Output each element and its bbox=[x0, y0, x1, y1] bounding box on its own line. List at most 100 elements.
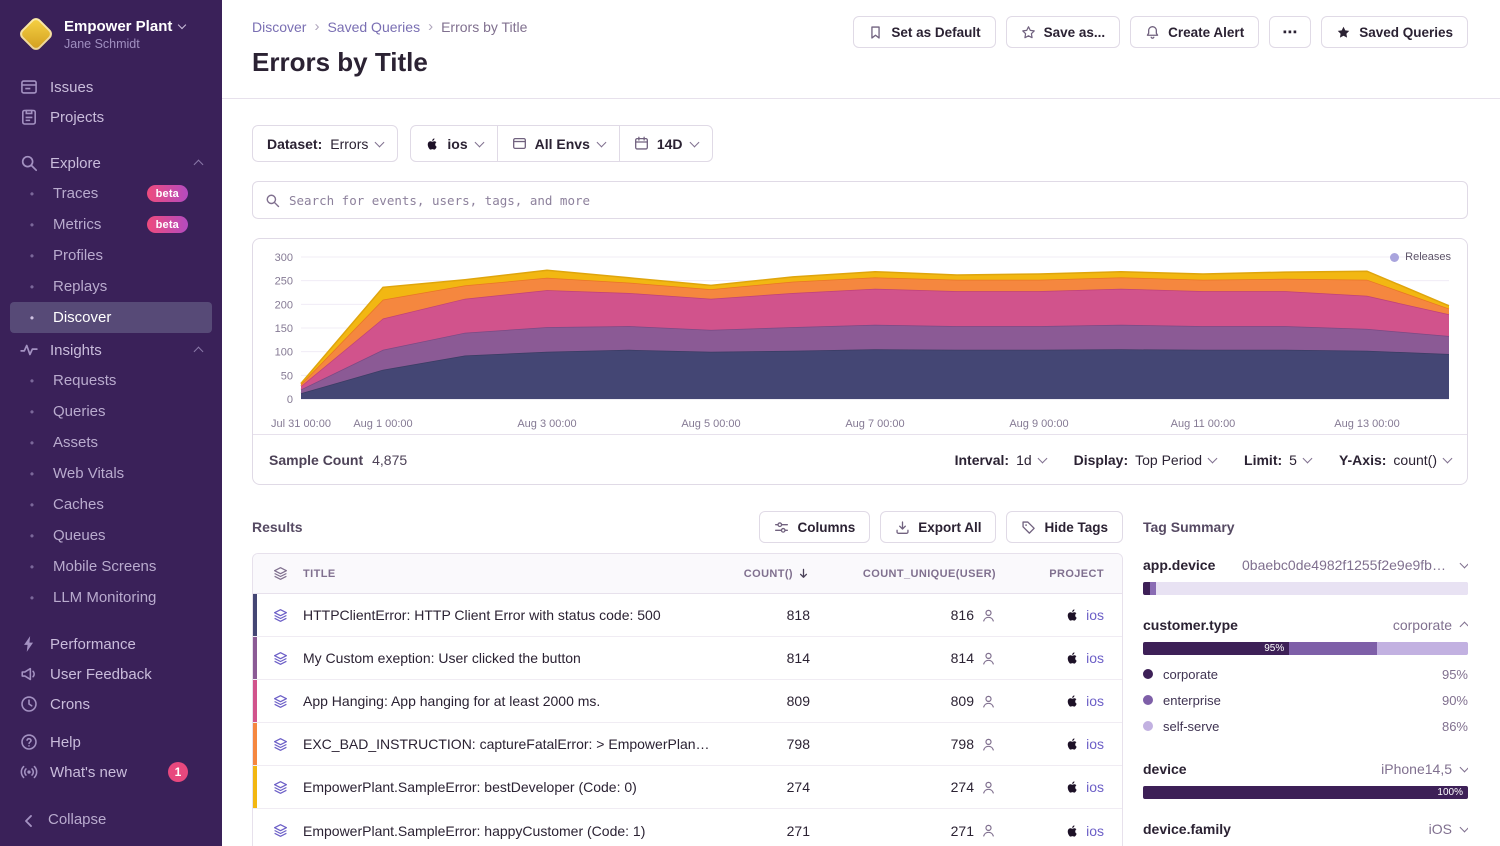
sidebar-item-issues[interactable]: Issues bbox=[10, 72, 212, 102]
sidebar-item-traces[interactable]: • Traces beta bbox=[10, 178, 212, 209]
save-as-button[interactable]: Save as... bbox=[1006, 16, 1121, 48]
svg-text:250: 250 bbox=[275, 276, 293, 288]
sidebar-item-user-feedback[interactable]: User Feedback bbox=[10, 659, 212, 689]
sidebar-item-help[interactable]: Help bbox=[10, 727, 212, 757]
sort-descending-icon bbox=[797, 567, 810, 580]
releases-legend[interactable]: Releases bbox=[1390, 251, 1451, 263]
error-title[interactable]: EmpowerPlant.SampleError: bestDeveloper … bbox=[303, 779, 728, 795]
table-row[interactable]: App Hanging: App hanging for at least 20… bbox=[253, 680, 1122, 723]
sidebar-item-profiles[interactable]: • Profiles bbox=[10, 240, 212, 271]
tag-header[interactable]: customer.type corporate bbox=[1143, 617, 1468, 633]
column-header-project[interactable]: PROJECT bbox=[1018, 568, 1122, 580]
unique-count-value: 816 bbox=[951, 607, 974, 623]
sidebar-section-insights[interactable]: Insights bbox=[10, 335, 212, 365]
clock-icon bbox=[20, 695, 38, 713]
issues-icon bbox=[20, 78, 38, 96]
table-row[interactable]: My Custom exeption: User clicked the but… bbox=[253, 637, 1122, 680]
project-link[interactable]: ios bbox=[1086, 779, 1104, 795]
sidebar-item-queries[interactable]: •Queries bbox=[10, 396, 212, 427]
more-actions-button[interactable]: ⋯ bbox=[1269, 16, 1311, 48]
dataset-filter[interactable]: Dataset: Errors bbox=[252, 125, 398, 162]
saved-queries-button[interactable]: Saved Queries bbox=[1321, 16, 1468, 48]
display-select[interactable]: Display: Top Period bbox=[1074, 452, 1216, 468]
sidebar-item-label: Crons bbox=[50, 696, 90, 713]
org-name: Empower Plant bbox=[64, 18, 172, 35]
project-link[interactable]: ios bbox=[1086, 607, 1104, 623]
set-as-default-button[interactable]: Set as Default bbox=[853, 16, 995, 48]
sidebar-item-label: User Feedback bbox=[50, 666, 152, 683]
column-header-count[interactable]: COUNT() bbox=[728, 567, 838, 580]
error-title[interactable]: HTTPClientError: HTTP Client Error with … bbox=[303, 607, 728, 623]
user-icon bbox=[981, 651, 996, 666]
breadcrumb-saved-queries[interactable]: Saved Queries bbox=[327, 19, 420, 35]
sidebar-section-explore[interactable]: Explore bbox=[10, 148, 212, 178]
bullet-icon: • bbox=[23, 218, 41, 232]
svg-text:Aug 11 00:00: Aug 11 00:00 bbox=[1171, 418, 1236, 430]
chevron-down-icon bbox=[1208, 453, 1218, 463]
error-title[interactable]: App Hanging: App hanging for at least 20… bbox=[303, 693, 728, 709]
date-range-filter[interactable]: 14D bbox=[619, 125, 713, 162]
window-icon bbox=[512, 136, 527, 151]
breadcrumb-discover[interactable]: Discover bbox=[252, 19, 306, 35]
count-value: 271 bbox=[728, 823, 838, 839]
svg-text:Jul 31 00:00: Jul 31 00:00 bbox=[271, 418, 331, 430]
limit-select[interactable]: Limit: 5 bbox=[1244, 452, 1311, 468]
results-title: Results bbox=[252, 519, 303, 535]
sidebar-item-whats-new[interactable]: What's new 1 bbox=[10, 757, 212, 787]
sidebar-item-requests[interactable]: •Requests bbox=[10, 365, 212, 396]
sidebar-item-llm-monitoring[interactable]: •LLM Monitoring bbox=[10, 582, 212, 613]
error-title[interactable]: EmpowerPlant.SampleError: happyCustomer … bbox=[303, 823, 728, 839]
tag-block-device: device iPhone14,5 100% bbox=[1143, 761, 1468, 799]
tag-value-row[interactable]: corporate 95% bbox=[1143, 661, 1468, 687]
sidebar-item-label: Profiles bbox=[53, 247, 103, 264]
error-title[interactable]: My Custom exeption: User clicked the but… bbox=[303, 650, 728, 666]
bullet-icon: • bbox=[23, 280, 41, 294]
project-link[interactable]: ios bbox=[1086, 693, 1104, 709]
sidebar-item-performance[interactable]: Performance bbox=[10, 629, 212, 659]
table-row[interactable]: HTTPClientError: HTTP Client Error with … bbox=[253, 594, 1122, 637]
layers-icon bbox=[257, 608, 303, 623]
sidebar-item-projects[interactable]: Projects bbox=[10, 102, 212, 132]
org-switcher[interactable]: Empower Plant Jane Schmidt bbox=[10, 14, 212, 52]
tag-header[interactable]: app.device 0baebc0de4982f1255f2e9e9fb7… bbox=[1143, 557, 1468, 573]
breadcrumb-current: Errors by Title bbox=[441, 19, 527, 35]
sidebar-item-mobile-screens[interactable]: •Mobile Screens bbox=[10, 551, 212, 582]
table-row[interactable]: EXC_BAD_INSTRUCTION: captureFatalError: … bbox=[253, 723, 1122, 766]
project-link[interactable]: ios bbox=[1086, 650, 1104, 666]
layers-icon bbox=[257, 780, 303, 795]
sidebar-item-queues[interactable]: •Queues bbox=[10, 520, 212, 551]
search-icon bbox=[20, 154, 38, 172]
chevron-down-icon bbox=[1443, 453, 1453, 463]
sidebar-item-crons[interactable]: Crons bbox=[10, 689, 212, 719]
sidebar-item-replays[interactable]: • Replays bbox=[10, 271, 212, 302]
sidebar-collapse-button[interactable]: Collapse bbox=[10, 803, 212, 836]
project-link[interactable]: ios bbox=[1086, 823, 1104, 839]
tag-header[interactable]: device iPhone14,5 bbox=[1143, 761, 1468, 777]
sidebar-item-discover[interactable]: • Discover bbox=[10, 302, 212, 333]
column-header-title[interactable]: TITLE bbox=[303, 568, 728, 580]
error-title[interactable]: EXC_BAD_INSTRUCTION: captureFatalError: … bbox=[303, 736, 728, 752]
tag-summary-title: Tag Summary bbox=[1143, 511, 1468, 543]
interval-select[interactable]: Interval: 1d bbox=[955, 452, 1046, 468]
tag-value-row[interactable]: enterprise 90% bbox=[1143, 687, 1468, 713]
sidebar-item-label: Assets bbox=[53, 434, 98, 451]
sidebar-item-caches[interactable]: •Caches bbox=[10, 489, 212, 520]
table-row[interactable]: EmpowerPlant.SampleError: bestDeveloper … bbox=[253, 766, 1122, 809]
table-row[interactable]: EmpowerPlant.SampleError: happyCustomer … bbox=[253, 809, 1122, 846]
project-filter[interactable]: ios bbox=[410, 125, 497, 162]
hide-tags-button[interactable]: Hide Tags bbox=[1006, 511, 1123, 543]
columns-button[interactable]: Columns bbox=[759, 511, 870, 543]
yaxis-select[interactable]: Y-Axis: count() bbox=[1339, 452, 1451, 468]
sidebar-item-web-vitals[interactable]: •Web Vitals bbox=[10, 458, 212, 489]
export-all-button[interactable]: Export All bbox=[880, 511, 996, 543]
tag-header[interactable]: device.family iOS bbox=[1143, 821, 1468, 837]
search-input[interactable] bbox=[289, 193, 1455, 208]
sidebar-item-metrics[interactable]: • Metrics beta bbox=[10, 209, 212, 240]
environment-filter[interactable]: All Envs bbox=[497, 125, 620, 162]
create-alert-button[interactable]: Create Alert bbox=[1130, 16, 1259, 48]
sidebar-item-assets[interactable]: •Assets bbox=[10, 427, 212, 458]
project-link[interactable]: ios bbox=[1086, 736, 1104, 752]
tag-value-row[interactable]: self-serve 86% bbox=[1143, 713, 1468, 739]
tag-distribution-bar bbox=[1143, 582, 1468, 595]
column-header-count-unique[interactable]: COUNT_UNIQUE(USER) bbox=[838, 568, 1018, 580]
